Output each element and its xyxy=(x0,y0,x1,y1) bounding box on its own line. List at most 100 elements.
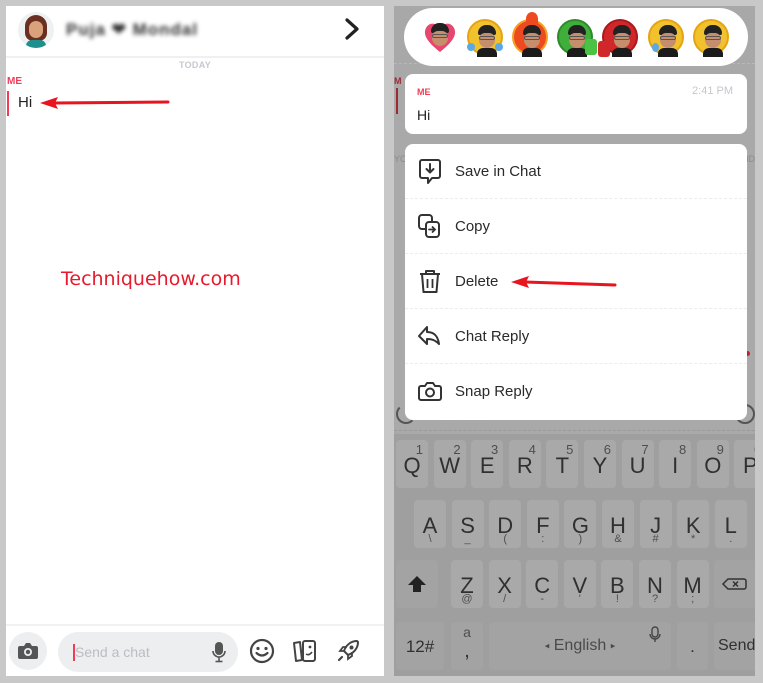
period-key[interactable]: . xyxy=(677,622,708,670)
copy-icon xyxy=(418,214,440,238)
key-q[interactable]: Q1 xyxy=(396,440,428,488)
key-alt-label: 4 xyxy=(528,442,536,457)
send-chat-input[interactable]: Send a chat xyxy=(58,632,238,672)
key-label: R xyxy=(516,453,533,478)
key-label: O xyxy=(704,453,722,478)
microphone-icon[interactable] xyxy=(212,641,226,663)
key-alt-label: ? xyxy=(651,593,659,605)
key-n[interactable]: N? xyxy=(639,560,671,608)
tear-icon xyxy=(467,43,475,51)
avatar-face xyxy=(29,21,43,38)
key-j[interactable]: J # xyxy=(639,500,672,548)
tear-icon xyxy=(495,43,503,51)
key-m[interactable]: M; xyxy=(676,560,709,608)
key-i[interactable]: I8 xyxy=(659,440,692,488)
key-alt-label: 9 xyxy=(716,442,724,457)
key-alt-label: @ xyxy=(461,593,473,605)
rocket-icon[interactable] xyxy=(334,637,362,665)
key-alt-label: # xyxy=(652,533,659,545)
dimmed-accent-bar xyxy=(396,88,398,114)
bitmoji-glasses xyxy=(705,36,721,40)
key-o[interactable]: O9 xyxy=(696,440,729,488)
space-key[interactable]: ◂ English ▸ xyxy=(489,622,671,670)
key-f[interactable]: F: xyxy=(526,500,559,548)
selected-message-card[interactable]: ME 2:41 PM Hi xyxy=(405,74,747,134)
symbols-key[interactable]: 12# xyxy=(396,622,444,670)
bitmoji-glasses xyxy=(524,36,540,40)
key-label: Q xyxy=(403,453,421,478)
key-s[interactable]: S _ xyxy=(451,500,484,548)
chat-screen: Puja ❤ Mondal TODAY ME Hi Techniquehow.c… xyxy=(6,6,384,676)
sticker-cards-icon[interactable] xyxy=(291,637,319,665)
language-label: English xyxy=(553,637,607,654)
menu-item-save-in-chat[interactable]: Save in Chat xyxy=(405,144,747,199)
menu-item-copy[interactable]: Copy xyxy=(405,199,747,254)
comma-key[interactable]: a , xyxy=(451,622,483,670)
contact-avatar[interactable] xyxy=(18,12,54,48)
message-text: Hi xyxy=(417,107,431,123)
menu-item-label: Save in Chat xyxy=(455,163,541,180)
bitmoji-glasses xyxy=(432,34,448,38)
key-x[interactable]: X / xyxy=(488,560,521,608)
language-prev-icon: ◂ xyxy=(544,640,550,651)
smiley-icon[interactable] xyxy=(248,637,276,665)
key-u[interactable]: U7 xyxy=(621,440,654,488)
key-c[interactable]: C- xyxy=(526,560,559,608)
reaction-bar xyxy=(404,8,748,66)
key-label: . xyxy=(690,637,695,656)
key-h[interactable]: H & xyxy=(602,500,634,548)
send-key[interactable]: Send xyxy=(714,622,755,670)
key-alt-label: \ xyxy=(428,533,432,545)
menu-item-label: Snap Reply xyxy=(455,383,533,400)
key-label: I xyxy=(672,453,679,478)
reaction-crying[interactable] xyxy=(648,19,684,57)
thumbs-up-icon xyxy=(585,39,597,55)
key-alt-label: * xyxy=(691,533,696,545)
camera-button[interactable] xyxy=(9,632,47,670)
contact-name[interactable]: Puja ❤ Mondal xyxy=(66,20,198,40)
menu-item-chat-reply[interactable]: Chat Reply xyxy=(405,309,747,364)
key-b[interactable]: B! xyxy=(601,560,634,608)
key-a[interactable]: A \ xyxy=(414,500,446,548)
key-g[interactable]: G) xyxy=(564,500,597,548)
key-label: P xyxy=(743,453,755,478)
menu-item-snap-reply[interactable]: Snap Reply xyxy=(405,364,747,419)
key-e[interactable]: E3 xyxy=(471,440,504,488)
reaction-fire[interactable] xyxy=(512,12,548,57)
key-r[interactable]: R4 xyxy=(508,440,541,488)
key-alt-label: 7 xyxy=(641,442,649,457)
key-d[interactable]: D( xyxy=(489,500,522,548)
onscreen-keyboard: Q1W2E3R4T5Y6U7I8O9P0 A\S_D(F:G)H&J#K*L. … xyxy=(394,434,755,676)
trash-icon xyxy=(420,270,440,293)
menu-item-label: Chat Reply xyxy=(455,328,530,345)
key-l[interactable]: L. xyxy=(714,500,747,548)
backspace-key[interactable] xyxy=(714,560,755,608)
reaction-thumbs-down[interactable] xyxy=(598,19,638,57)
key-alt-label: ' xyxy=(578,593,581,605)
reaction-laughing-tears[interactable] xyxy=(467,19,503,57)
dimmed-sender-label: M xyxy=(394,76,402,86)
key-k[interactable]: K * xyxy=(677,500,710,548)
message-options-screen: M ME 2:41 PM Hi YO ND How r u? Save in C… xyxy=(394,6,755,676)
reaction-heart[interactable] xyxy=(422,19,458,55)
key-v[interactable]: V ' xyxy=(563,560,596,608)
reaction-thumbs-up[interactable] xyxy=(557,19,597,57)
bitmoji-body xyxy=(658,48,678,57)
key-alt-label: 0 xyxy=(754,442,755,457)
key-y[interactable]: Y6 xyxy=(584,440,616,488)
bitmoji-glasses xyxy=(614,36,630,40)
key-alt-label: 6 xyxy=(603,442,611,457)
message-text[interactable]: Hi xyxy=(18,94,32,111)
key-z[interactable]: Z @ xyxy=(451,560,483,608)
key-t[interactable]: T5 xyxy=(546,440,579,488)
message-timestamp: 2:41 PM xyxy=(692,85,733,97)
key-w[interactable]: W2 xyxy=(433,440,466,488)
screenshot-frame: Puja ❤ Mondal TODAY ME Hi Techniquehow.c… xyxy=(0,0,763,683)
key-p[interactable]: P0 xyxy=(734,440,755,488)
key-label: U xyxy=(629,453,646,478)
chevron-right-icon[interactable] xyxy=(342,16,362,42)
menu-item-label: Copy xyxy=(455,218,491,235)
shift-key[interactable] xyxy=(396,560,438,608)
key-alt-label: ; xyxy=(691,593,695,605)
reaction-surprised[interactable] xyxy=(693,19,729,57)
